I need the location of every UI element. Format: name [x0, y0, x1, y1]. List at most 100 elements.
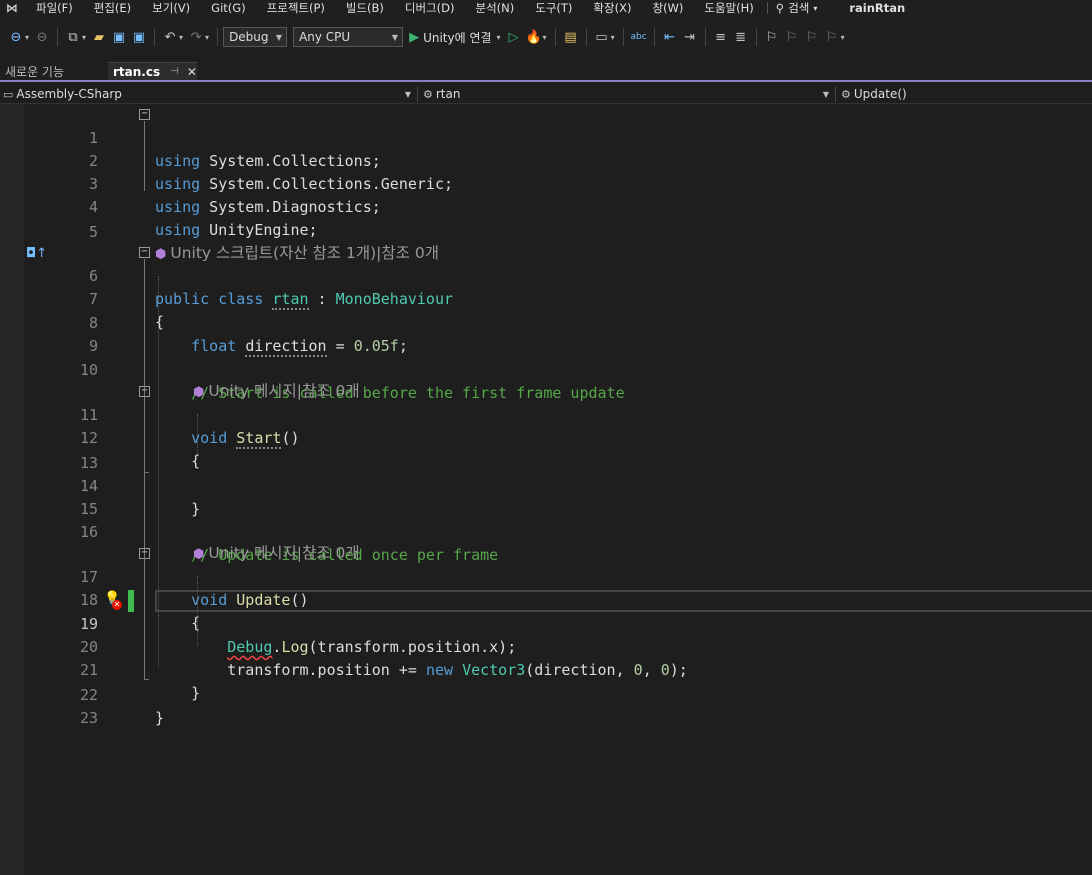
project-dropdown[interactable]: ▭ Assembly-CSharp ▼ [0, 84, 415, 104]
menu-tools[interactable]: 도구(T) [535, 1, 572, 15]
redo-dropdown-icon[interactable]: ▾ [205, 33, 209, 42]
spell-check-icon[interactable]: abc [630, 28, 648, 46]
member-dropdown[interactable]: ⚙ Update() [838, 84, 1092, 104]
code-line: 11 void Start() [0, 381, 1092, 449]
navigation-bar: ▭ Assembly-CSharp ▼ ⚙ rtan ▼ ⚙ Update() [0, 84, 1092, 104]
menu-debug[interactable]: 디버그(D) [405, 1, 455, 15]
menu-build[interactable]: 빌드(B) [346, 1, 384, 15]
play-icon: ▶ [409, 29, 420, 45]
next-bookmark-icon[interactable]: ⚐ [803, 28, 821, 46]
back-dropdown-icon[interactable]: ▾ [25, 33, 29, 42]
redo-icon[interactable]: ↷ [187, 28, 205, 46]
toolbar-overflow-icon[interactable]: ▾ [841, 33, 845, 42]
layout-dropdown-icon[interactable]: ▾ [611, 33, 615, 42]
close-icon[interactable]: ✕ [187, 65, 197, 79]
configuration-select[interactable]: Debug ▼ [223, 27, 288, 47]
code-line: 17 void Update() [0, 543, 1092, 609]
window-layout-icon[interactable]: ▭ [593, 28, 611, 46]
prev-bookmark-icon[interactable]: ⚐ [783, 28, 801, 46]
code-line: 23 [0, 684, 1092, 727]
tab-whats-new[interactable]: 새로운 기능 [0, 62, 108, 80]
hot-reload-dropdown-icon[interactable]: ▾ [543, 33, 547, 42]
menu-bar: ⋈ 파일(F) 편집(E) 보기(V) Git(G) 프로젝트(P) 빌드(B)… [0, 0, 1092, 16]
new-dropdown-icon[interactable]: ▾ [82, 33, 86, 42]
menu-file[interactable]: 파일(F) [36, 1, 73, 15]
folder-view-icon[interactable]: ▤ [562, 28, 580, 46]
code-line: 2 using System.Collections.Generic; [0, 127, 1092, 193]
class-dropdown[interactable]: ⚙ rtan ▼ [420, 84, 833, 104]
method-icon: ⚙ [841, 87, 851, 101]
code-editor[interactable]: − − − − 💡 ✕ ◘↑ 1 using System.Collection… [0, 104, 1092, 875]
open-icon[interactable]: ▰ [90, 28, 108, 46]
attach-unity-button[interactable]: ▶ Unity에 연결 [409, 29, 491, 46]
play-outline-icon[interactable]: ▷ [505, 28, 523, 46]
chevron-down-icon: ▼ [391, 32, 399, 42]
comment-icon[interactable]: ≡ [712, 28, 730, 46]
code-line: 3 using System.Diagnostics; [0, 150, 1092, 216]
code-line: 15 [0, 475, 1092, 518]
line-number: 23 [79, 709, 98, 727]
indent-icon[interactable]: ⇥ [681, 28, 699, 46]
chevron-down-icon: ▼ [275, 32, 283, 42]
outdent-icon[interactable]: ⇤ [661, 28, 679, 46]
codelens-line: ⬢ Unity 메시지|참조 0개 [0, 357, 1092, 400]
platform-select[interactable]: Any CPU ▼ [293, 27, 404, 47]
tab-label: 새로운 기능 [5, 64, 65, 79]
save-icon[interactable]: ▣ [110, 28, 128, 46]
undo-icon[interactable]: ↶ [161, 28, 179, 46]
member-name: Update() [853, 87, 907, 101]
toolbar: ⊖ ▾ ⊖ ⧉ ▾ ▰ ▣ ▣ ↶ ▾ ↷ ▾ Debug ▼ Any CPU … [0, 22, 1092, 52]
new-project-icon[interactable]: ⧉ [64, 28, 82, 46]
menu-edit[interactable]: 편집(E) [94, 1, 131, 15]
menu-view[interactable]: 보기(V) [152, 1, 190, 15]
code-line: 21 } [0, 636, 1092, 702]
save-all-icon[interactable]: ▣ [130, 28, 148, 46]
attach-unity-label: Unity에 연결 [423, 30, 492, 45]
search-box[interactable]: ⚲ 검색 ▾ [776, 0, 818, 16]
document-tabs: 새로운 기능 rtan.cs ⊣ ✕ [0, 62, 1092, 82]
menu-separator [766, 2, 768, 14]
bookmark-icon[interactable]: ⚐ [763, 28, 781, 46]
chevron-down-icon: ▼ [822, 89, 829, 99]
tab-rtan-cs[interactable]: rtan.cs ⊣ ✕ [108, 62, 197, 80]
codelens-line: ⬢ Unity 스크립트(자산 참조 1개)|참조 0개 [0, 219, 1092, 262]
menu-git[interactable]: Git(G) [211, 1, 246, 15]
code-line: 9 [0, 312, 1092, 355]
code-line: 20 transform.position += new Vector3(dir… [0, 613, 1092, 679]
hot-reload-icon[interactable]: 🔥 [525, 28, 543, 46]
code-text: } [155, 709, 165, 727]
toolbar-separator [57, 28, 59, 46]
visual-studio-logo[interactable]: ⋈ [0, 0, 36, 16]
menu-help[interactable]: 도움말(H) [704, 1, 753, 15]
code-line: 10 // Start is called before the first f… [0, 336, 1092, 402]
clear-bookmarks-icon[interactable]: ⚐ [823, 28, 841, 46]
chevron-down-icon: ▼ [404, 89, 411, 99]
menu-extensions[interactable]: 확장(X) [593, 1, 631, 15]
menu-window[interactable]: 창(W) [652, 1, 683, 15]
code-line: 19 Debug.Log(transform.position.x); [0, 590, 1092, 656]
code-line: 12 { [0, 404, 1092, 470]
class-icon: ⚙ [423, 87, 433, 101]
search-icon: ⚲ [775, 1, 785, 15]
toolbar-separator [554, 28, 556, 46]
code-line: 5 [0, 198, 1092, 241]
undo-dropdown-icon[interactable]: ▾ [179, 33, 183, 42]
project-icon: ▭ [3, 87, 14, 101]
uncomment-icon[interactable]: ≣ [732, 28, 750, 46]
toolbar-separator [704, 28, 706, 46]
search-label: 검색 [788, 1, 810, 15]
code-line: 8 float direction = 0.05f; [0, 289, 1092, 357]
nav-separator [417, 86, 418, 102]
menu-project[interactable]: 프로젝트(P) [267, 1, 325, 15]
pin-icon[interactable]: ⊣ [170, 66, 179, 77]
back-icon[interactable]: ⊖ [7, 28, 25, 46]
class-name: rtan [435, 87, 461, 101]
code-line: 13 [0, 429, 1092, 472]
chevron-down-icon: ▾ [813, 3, 818, 13]
menu-analyze[interactable]: 분석(N) [476, 1, 515, 15]
codelens-line: ⬢ Unity 메시지|참조 0개 [0, 519, 1092, 562]
toolbar-separator [585, 28, 587, 46]
code-line: 7 { [0, 265, 1092, 331]
forward-icon[interactable]: ⊖ [33, 28, 51, 46]
run-dropdown-icon[interactable]: ▾ [497, 33, 501, 42]
